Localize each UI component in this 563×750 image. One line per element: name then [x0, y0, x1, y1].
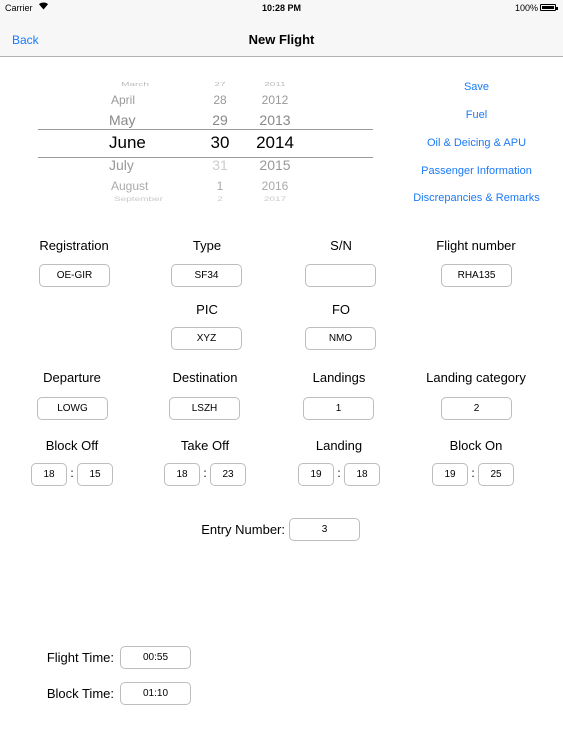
status-time: 10:28 PM: [261, 3, 302, 13]
fo-field[interactable]: [305, 327, 376, 350]
block-on-label: Block On: [449, 438, 503, 453]
day-selected[interactable]: 30: [200, 133, 240, 153]
flight-number-label: Flight number: [436, 238, 516, 253]
battery-icon: [540, 4, 558, 11]
block-on-hour-field[interactable]: [432, 463, 468, 486]
year-option[interactable]: 2017: [250, 196, 300, 203]
year-option[interactable]: 2016: [250, 179, 300, 193]
month-option[interactable]: April: [95, 93, 171, 107]
destination-field[interactable]: [169, 397, 240, 420]
sn-field[interactable]: [305, 264, 376, 287]
type-field[interactable]: [171, 264, 242, 287]
year-option[interactable]: 2013: [250, 112, 300, 128]
day-option[interactable]: 27: [200, 81, 240, 87]
take-off-minute-field[interactable]: [210, 463, 246, 486]
month-option[interactable]: March: [95, 81, 175, 87]
entry-number-field[interactable]: [289, 518, 360, 541]
fuel-button[interactable]: Fuel: [405, 109, 548, 121]
block-time-label: Block Time:: [46, 686, 114, 701]
take-off-hour-field[interactable]: [164, 463, 200, 486]
battery-percent: 100%: [515, 3, 539, 13]
discrepancies-remarks-button[interactable]: Discrepancies & Remarks: [405, 192, 548, 204]
month-option[interactable]: May: [95, 112, 169, 128]
picker-selection-top-line: [38, 129, 373, 130]
year-selected[interactable]: 2014: [250, 133, 300, 153]
status-bar: Carrier 10:28 PM 100%: [0, 0, 563, 16]
month-selected[interactable]: June: [95, 133, 169, 153]
landing-hour-field[interactable]: [298, 463, 334, 486]
block-off-label: Block Off: [45, 438, 99, 453]
pic-label: PIC: [196, 302, 218, 317]
page-title: New Flight: [248, 32, 315, 47]
landing-category-label: Landing category: [426, 370, 526, 385]
landing-category-field[interactable]: [441, 397, 512, 420]
sn-label: S/N: [330, 238, 352, 253]
block-on-minute-field[interactable]: [478, 463, 514, 486]
departure-label: Departure: [43, 370, 101, 385]
block-time-field[interactable]: [120, 682, 191, 705]
landing-label: Landing: [315, 438, 363, 453]
landings-field[interactable]: [303, 397, 374, 420]
time-separator: :: [471, 466, 475, 480]
flight-number-field[interactable]: [441, 264, 512, 287]
oil-deicing-apu-button[interactable]: Oil & Deicing & APU: [405, 137, 548, 149]
flight-time-field[interactable]: [120, 646, 191, 669]
year-option[interactable]: 2011: [250, 81, 300, 87]
take-off-label: Take Off: [180, 438, 230, 453]
departure-field[interactable]: [37, 397, 108, 420]
day-option[interactable]: 31: [200, 157, 240, 173]
save-button[interactable]: Save: [405, 81, 548, 93]
flight-time-label: Flight Time:: [46, 650, 114, 665]
landing-minute-field[interactable]: [344, 463, 380, 486]
year-option[interactable]: 2012: [250, 93, 300, 107]
registration-field[interactable]: [39, 264, 110, 287]
passenger-information-button[interactable]: Passenger Information: [405, 165, 548, 177]
fo-label: FO: [331, 302, 351, 317]
entry-number-label: Entry Number:: [201, 522, 285, 537]
day-option[interactable]: 28: [200, 93, 240, 107]
block-off-minute-field[interactable]: [77, 463, 113, 486]
month-option[interactable]: August: [95, 179, 171, 193]
year-option[interactable]: 2015: [250, 157, 300, 173]
registration-label: Registration: [39, 238, 109, 253]
time-separator: :: [337, 466, 341, 480]
time-separator: :: [70, 466, 74, 480]
type-label: Type: [192, 238, 222, 253]
month-option[interactable]: July: [95, 157, 169, 173]
pic-field[interactable]: [171, 327, 242, 350]
block-off-hour-field[interactable]: [31, 463, 67, 486]
day-option[interactable]: 1: [200, 179, 240, 193]
destination-label: Destination: [172, 370, 238, 385]
day-option[interactable]: 2: [200, 196, 240, 203]
day-option[interactable]: 29: [200, 112, 240, 128]
time-separator: :: [203, 466, 207, 480]
landings-label: Landings: [312, 370, 366, 385]
navigation-bar: Back New Flight: [0, 16, 563, 57]
month-option[interactable]: September: [95, 196, 194, 203]
